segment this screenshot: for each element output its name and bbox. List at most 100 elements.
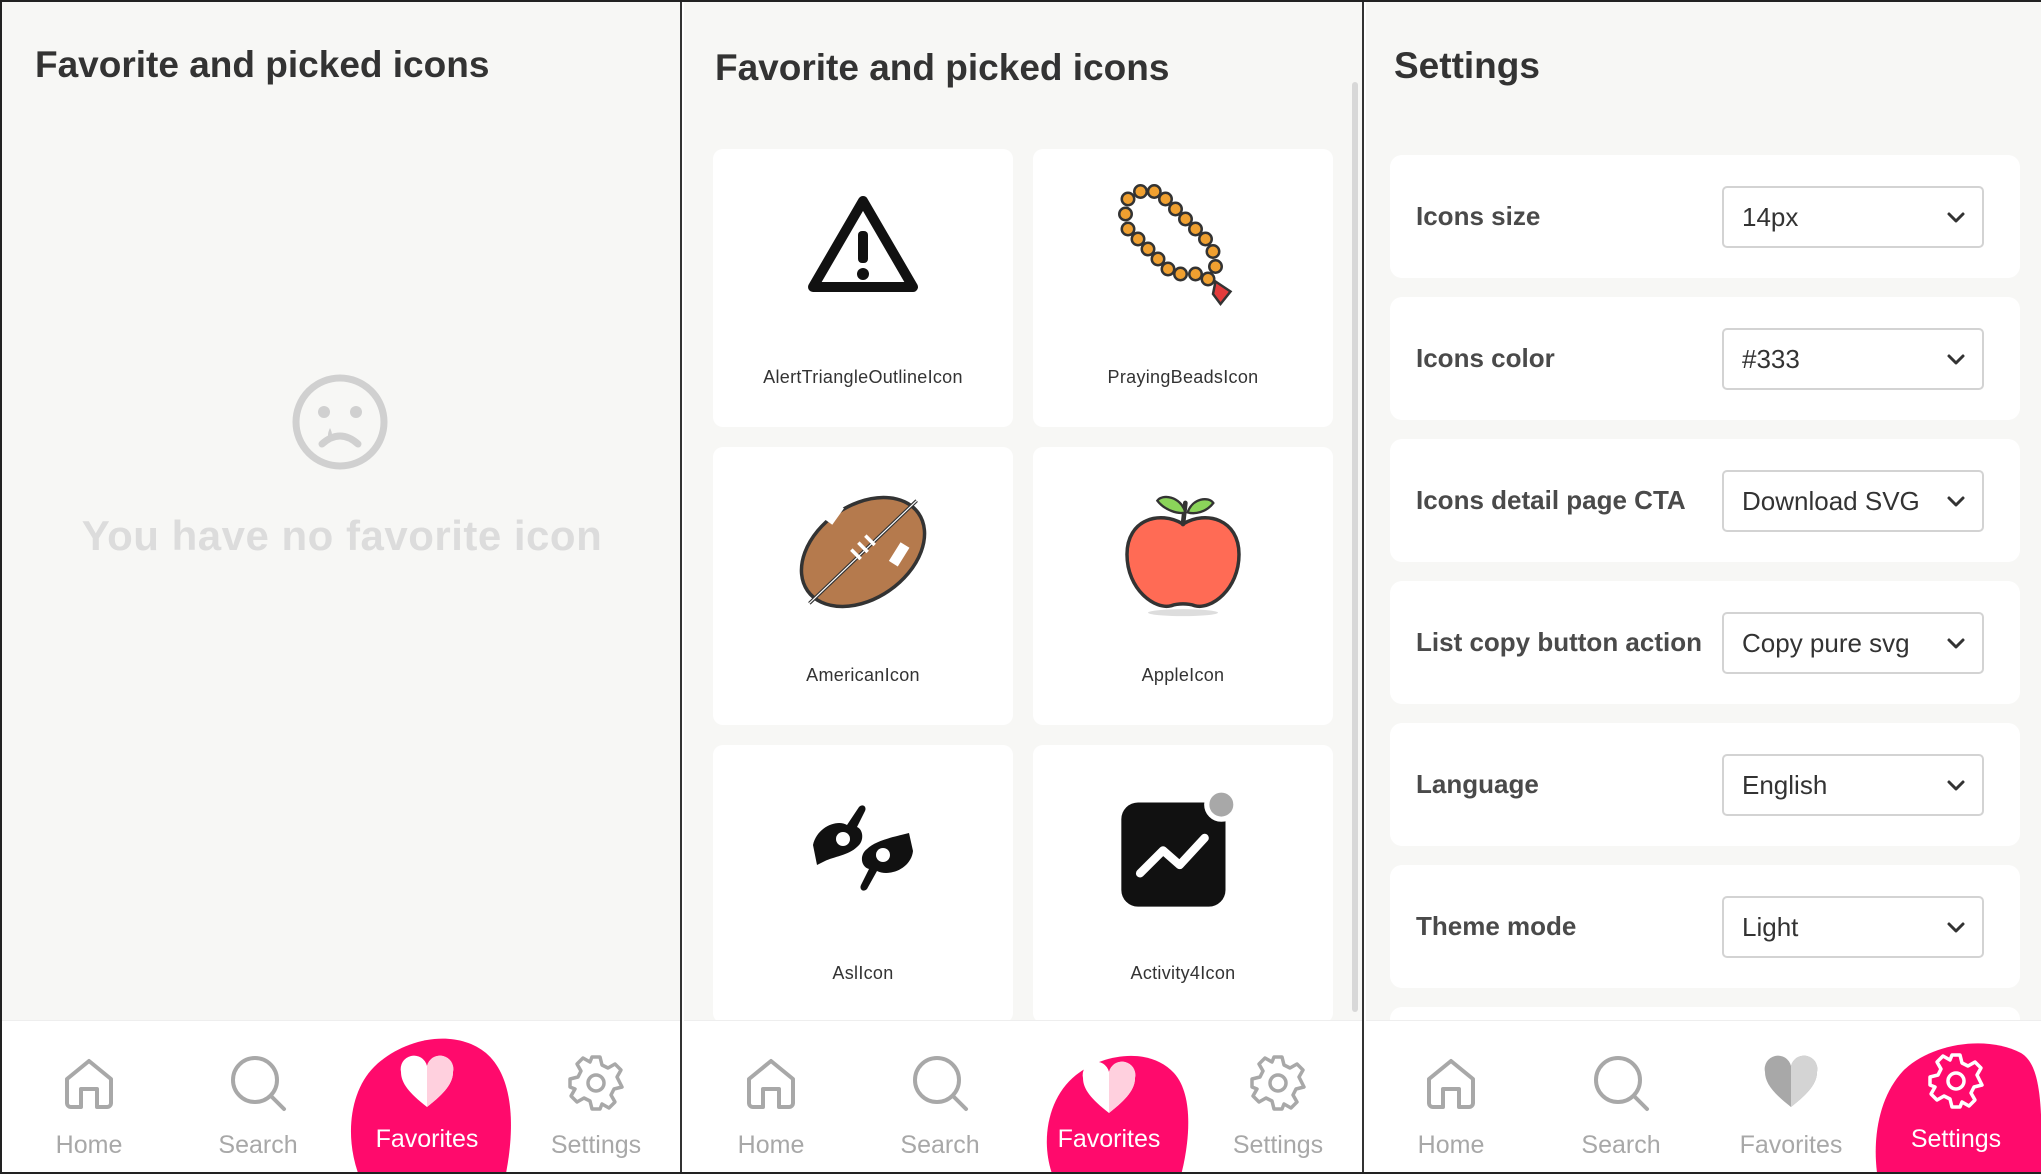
- nav-search[interactable]: Search: [855, 1021, 1025, 1172]
- setting-row-theme-mode: Theme mode Light: [1390, 865, 2020, 988]
- nav-home-label: Home: [737, 1131, 805, 1159]
- title-bold: Favorite: [715, 47, 859, 88]
- title-rest: and picked icons: [858, 47, 1170, 88]
- select-value: Copy pure svg: [1742, 628, 1910, 658]
- nav-home[interactable]: Home: [686, 1021, 856, 1172]
- search-icon: [231, 1056, 286, 1111]
- praying-beads-icon: [1118, 184, 1233, 307]
- nav-search[interactable]: Search: [173, 1021, 343, 1172]
- settings-list: Icons size 14px Icons color #333 Icons d…: [1390, 155, 2020, 1037]
- scrollbar[interactable]: [1352, 82, 1358, 1012]
- nav-favorites-label: Favorites: [1057, 1125, 1161, 1153]
- bottom-nav: Home Search Favorites Settings: [2, 1020, 680, 1172]
- icon-card[interactable]: PrayingBeadsIcon: [1033, 149, 1333, 427]
- icon-card[interactable]: AppleIcon: [1033, 447, 1333, 725]
- sad-face-icon: [292, 374, 388, 470]
- setting-label: Icons color: [1416, 343, 1555, 373]
- heart-icon: [400, 1055, 454, 1107]
- chevron-down-icon: [1947, 638, 1965, 649]
- icon-name: PrayingBeadsIcon: [1107, 367, 1259, 387]
- icon-grid: AlertTriangleOutlineIcon PrayingBeadsIco…: [713, 149, 1333, 1023]
- nav-search-label: Search: [900, 1131, 980, 1159]
- chevron-down-icon: [1947, 922, 1965, 933]
- app-screenshot: Favorite and picked icons You have no fa…: [0, 0, 2041, 1174]
- setting-label: Icons size: [1416, 201, 1541, 231]
- icons-size-select[interactable]: 14px: [1722, 186, 1984, 248]
- detail-cta-select[interactable]: Download SVG: [1722, 470, 1984, 532]
- theme-mode-select[interactable]: Light: [1722, 896, 1984, 958]
- setting-label: List copy button action: [1416, 627, 1702, 657]
- page-title: Favorite and picked icons: [35, 44, 489, 86]
- select-value: #333: [1742, 344, 1800, 374]
- nav-home[interactable]: Home: [1366, 1021, 1536, 1172]
- home-icon: [65, 1059, 113, 1109]
- nav-settings-label: Settings: [1232, 1131, 1324, 1159]
- nav-home-label: Home: [55, 1131, 123, 1159]
- gear-icon: [1250, 1055, 1306, 1111]
- search-icon: [1594, 1056, 1649, 1111]
- icon-name: AmericanIcon: [806, 665, 920, 685]
- nav-settings[interactable]: Settings: [511, 1021, 680, 1172]
- bottom-nav: Home Search Favorites Settings: [1366, 1020, 2041, 1172]
- home-icon: [1427, 1059, 1475, 1109]
- nav-favorites[interactable]: Favorites: [342, 1021, 512, 1172]
- nav-settings[interactable]: Settings: [1193, 1021, 1362, 1172]
- chevron-down-icon: [1947, 496, 1965, 507]
- nav-favorites-label: Favorites: [1739, 1131, 1843, 1159]
- nav-home[interactable]: Home: [4, 1021, 174, 1172]
- apple-icon: [1125, 495, 1241, 617]
- icon-card[interactable]: AlertTriangleOutlineIcon: [713, 149, 1013, 427]
- nav-settings-label: Settings: [550, 1131, 642, 1159]
- alert-triangle-icon: [808, 196, 918, 292]
- setting-label: Theme mode: [1416, 911, 1577, 941]
- nav-search[interactable]: Search: [1536, 1021, 1706, 1172]
- title-bold: Favorite: [35, 44, 179, 85]
- select-value: 14px: [1742, 202, 1799, 232]
- copy-action-select[interactable]: Copy pure svg: [1722, 612, 1984, 674]
- icon-card[interactable]: AmericanIcon: [713, 447, 1013, 725]
- nav-favorites[interactable]: Favorites: [1024, 1021, 1194, 1172]
- nav-search-label: Search: [1581, 1131, 1661, 1159]
- heart-icon: [1764, 1055, 1818, 1107]
- select-value: English: [1742, 770, 1828, 800]
- setting-label: Icons detail page CTA: [1416, 485, 1686, 515]
- nav-favorites-label: Favorites: [375, 1125, 479, 1153]
- language-select[interactable]: English: [1722, 754, 1984, 816]
- gear-icon: [1928, 1053, 1984, 1109]
- chevron-down-icon: [1947, 780, 1965, 791]
- setting-row-detail-cta: Icons detail page CTA Download SVG: [1390, 439, 2020, 562]
- chevron-down-icon: [1947, 212, 1965, 223]
- favorites-empty-panel: Favorite and picked icons You have no fa…: [2, 2, 682, 1172]
- title-rest: and picked icons: [178, 44, 490, 85]
- search-icon: [913, 1056, 968, 1111]
- nav-settings[interactable]: Settings: [1871, 1021, 2041, 1172]
- chevron-down-icon: [1947, 354, 1965, 365]
- select-value: Light: [1742, 912, 1799, 942]
- settings-panel: Settings Icons size 14px Icons color #33…: [1366, 2, 2041, 1172]
- icon-name: Activity4Icon: [1130, 963, 1236, 983]
- icon-name: AppleIcon: [1141, 665, 1225, 685]
- page-title: Settings: [1394, 45, 1540, 86]
- home-icon: [747, 1059, 795, 1109]
- icon-card[interactable]: AslIcon: [713, 745, 1013, 1023]
- nav-search-label: Search: [218, 1131, 298, 1159]
- setting-row-icons-size: Icons size 14px: [1390, 155, 2020, 278]
- nav-home-label: Home: [1417, 1131, 1485, 1159]
- icon-name: AlertTriangleOutlineIcon: [763, 367, 963, 387]
- page-title: Favorite and picked icons: [715, 47, 1169, 89]
- empty-message: You have no favorite icon: [81, 512, 603, 559]
- setting-row-copy-action: List copy button action Copy pure svg: [1390, 581, 2020, 704]
- bottom-nav: Home Search Favorites Settings: [684, 1020, 1362, 1172]
- asl-hands-icon: [813, 805, 913, 891]
- activity-icon: [1121, 790, 1238, 907]
- select-value: Download SVG: [1742, 486, 1920, 516]
- favorites-list-panel: Favorite and picked icons AlertTriangleO…: [684, 2, 1364, 1172]
- setting-label: Language: [1416, 769, 1539, 799]
- nav-settings-label: Settings: [1910, 1125, 2002, 1153]
- icon-card[interactable]: Activity4Icon: [1033, 745, 1333, 1023]
- setting-row-icons-color: Icons color #333: [1390, 297, 2020, 420]
- nav-favorites[interactable]: Favorites: [1706, 1021, 1876, 1172]
- heart-icon: [1082, 1061, 1136, 1113]
- setting-row-language: Language English: [1390, 723, 2020, 846]
- icons-color-select[interactable]: #333: [1722, 328, 1984, 390]
